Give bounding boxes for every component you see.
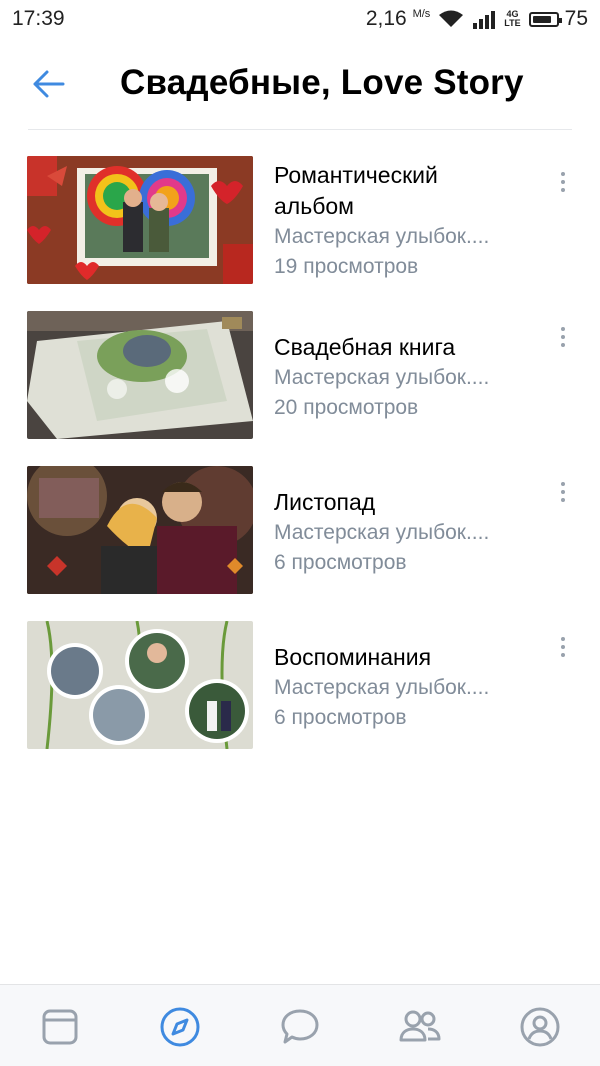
video-author: Мастерская улыбок.... xyxy=(274,366,490,389)
battery-icon xyxy=(528,11,562,27)
page-title: Свадебные, Love Story xyxy=(120,63,524,102)
discover-icon xyxy=(160,1007,200,1047)
lte-indicator: 4G LTE xyxy=(504,9,521,28)
news-icon xyxy=(42,1009,78,1045)
video-views: 19 просмотров xyxy=(274,255,419,278)
video-author: Мастерская улыбок.... xyxy=(274,225,490,248)
video-views: 20 просмотров xyxy=(274,396,419,419)
messages-icon xyxy=(281,1009,319,1044)
more-options-button[interactable] xyxy=(548,162,578,202)
video-title[interactable]: Листопад xyxy=(274,487,544,518)
video-thumbnail[interactable] xyxy=(27,621,253,749)
list-item[interactable]: Свадебная книга Мастерская улыбок.... 20… xyxy=(0,311,600,441)
back-button[interactable] xyxy=(28,64,68,104)
tab-news[interactable] xyxy=(36,1003,84,1051)
video-author: Мастерская улыбок.... xyxy=(274,676,490,699)
more-icon xyxy=(561,637,565,641)
header-divider xyxy=(28,129,572,130)
tab-messages[interactable] xyxy=(276,1003,324,1051)
page-header: Свадебные, Love Story xyxy=(0,38,600,130)
more-icon xyxy=(561,172,565,176)
status-time: 17:39 xyxy=(12,7,65,30)
network-speed: 2,16 M/s xyxy=(365,7,431,30)
more-options-button[interactable] xyxy=(548,317,578,357)
tab-friends[interactable] xyxy=(396,1003,444,1051)
video-info: Свадебная книга Мастерская улыбок.... 20… xyxy=(274,332,544,423)
battery-indicator: 75 xyxy=(528,7,588,31)
more-options-button[interactable] xyxy=(548,472,578,512)
video-title[interactable]: Романтический альбом xyxy=(274,160,544,222)
more-icon xyxy=(561,327,565,331)
video-thumbnail[interactable] xyxy=(27,466,253,594)
status-bar: 17:39 2,16 M/s 4G LTE 75 xyxy=(0,0,600,38)
tab-bar xyxy=(0,984,600,1066)
video-info: Воспоминания Мастерская улыбок.... 6 про… xyxy=(274,642,544,733)
more-icon xyxy=(561,482,565,486)
status-indicators: 2,16 M/s 4G LTE 75 xyxy=(366,7,588,31)
friends-icon xyxy=(399,1010,441,1042)
video-thumbnail[interactable] xyxy=(27,311,253,439)
more-options-button[interactable] xyxy=(548,627,578,667)
video-views: 6 просмотров xyxy=(274,706,407,729)
wifi-icon xyxy=(439,10,464,27)
battery-percent: 75 xyxy=(564,7,588,30)
video-title[interactable]: Свадебная книга xyxy=(274,332,544,363)
video-title[interactable]: Воспоминания xyxy=(274,642,544,673)
list-item[interactable]: Воспоминания Мастерская улыбок.... 6 про… xyxy=(0,621,600,751)
video-info: Романтический альбом Мастерская улыбок..… xyxy=(274,160,544,282)
signal-icon xyxy=(473,11,496,29)
profile-icon xyxy=(520,1007,560,1047)
tab-profile[interactable] xyxy=(516,1003,564,1051)
list-item[interactable]: Листопад Мастерская улыбок.... 6 просмот… xyxy=(0,466,600,596)
tab-discover[interactable] xyxy=(156,1003,204,1051)
list-item[interactable]: Романтический альбом Мастерская улыбок..… xyxy=(0,156,600,286)
video-info: Листопад Мастерская улыбок.... 6 просмот… xyxy=(274,487,544,578)
video-thumbnail[interactable] xyxy=(27,156,253,284)
video-views: 6 просмотров xyxy=(274,551,407,574)
video-author: Мастерская улыбок.... xyxy=(274,521,490,544)
arrow-left-icon xyxy=(33,70,65,98)
